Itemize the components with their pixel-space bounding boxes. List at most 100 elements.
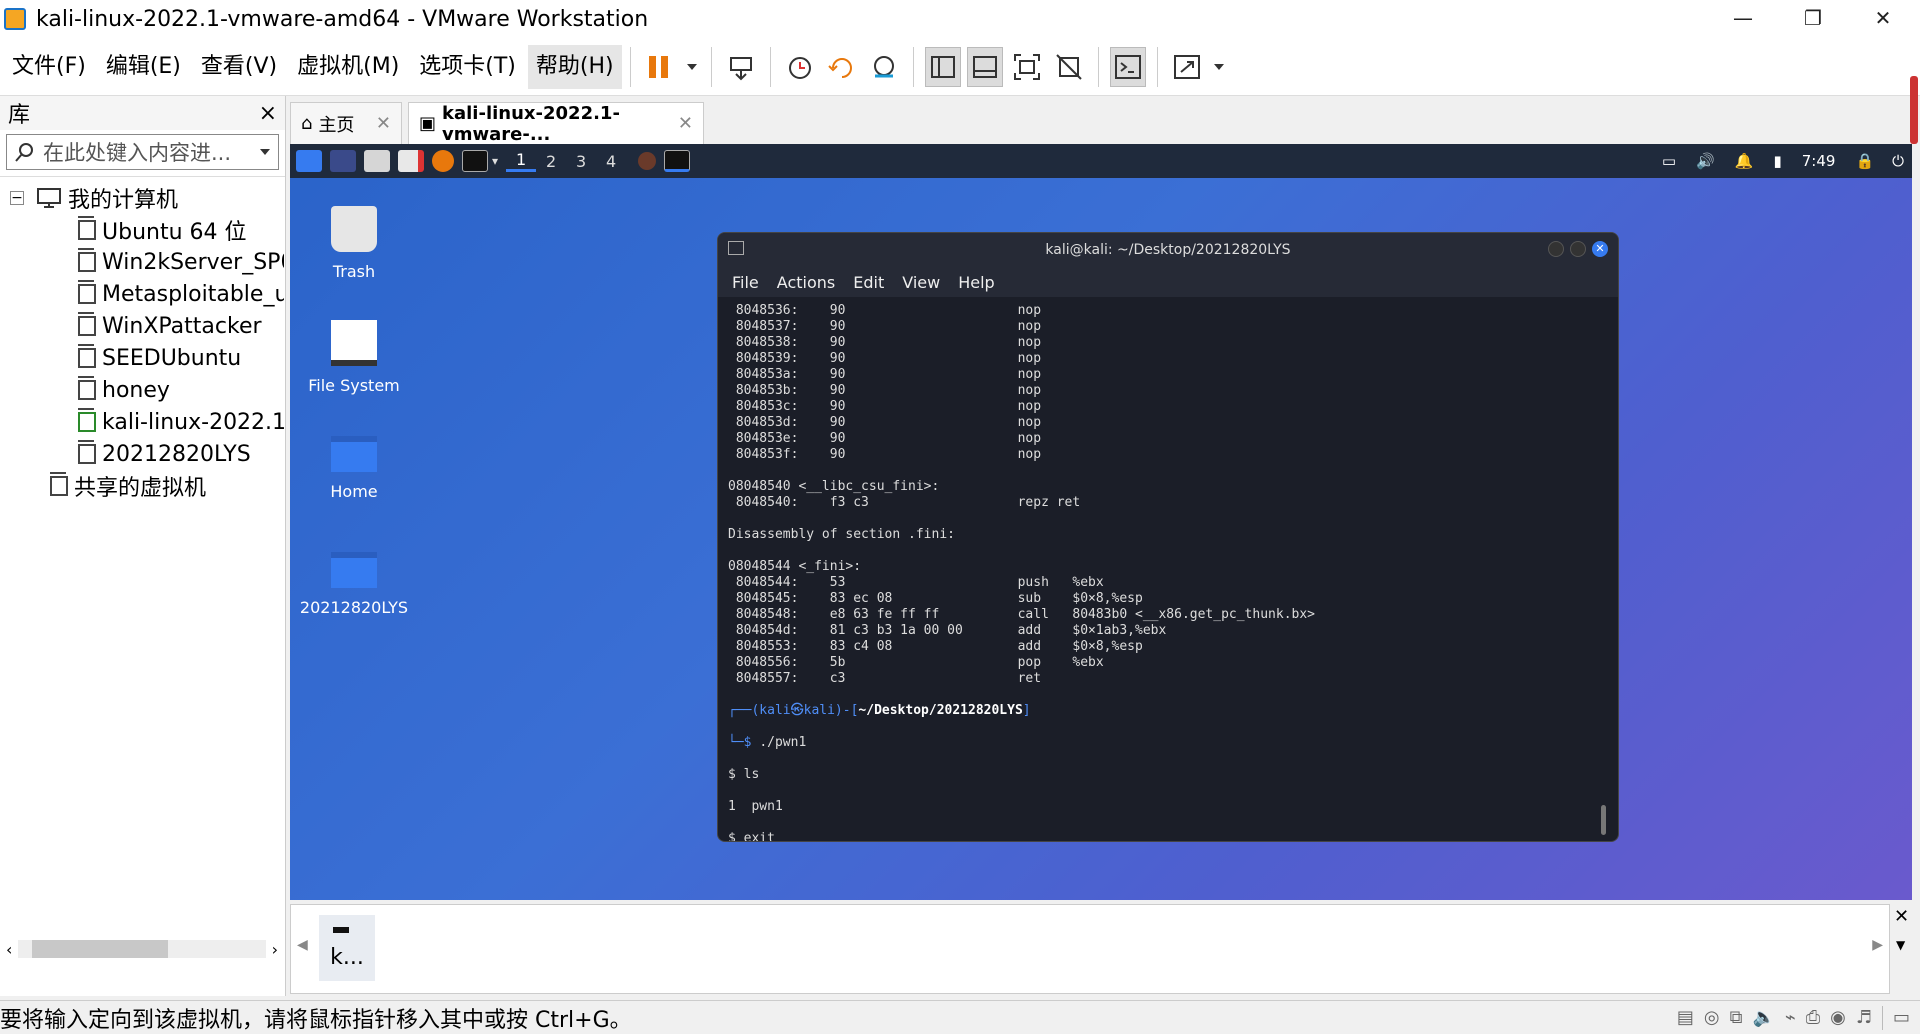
tree-item-my-computer[interactable]: − 我的计算机 xyxy=(10,183,178,213)
terminal-minimize-button[interactable] xyxy=(1548,241,1564,257)
tree-item-vm-running[interactable]: kali-linux-2022.1 xyxy=(78,407,284,437)
close-button[interactable]: ✕ xyxy=(1848,0,1918,36)
pause-button[interactable] xyxy=(642,47,678,87)
terminal-menu-actions[interactable]: Actions xyxy=(777,273,835,292)
display-icon[interactable]: ▭ xyxy=(1662,152,1676,170)
tree-item-vm[interactable]: honey xyxy=(78,375,284,405)
hard-disk-status-icon[interactable]: ▤ xyxy=(1677,1007,1694,1028)
send-ctrl-alt-del-button[interactable] xyxy=(723,47,759,87)
menu-vm[interactable]: 虚拟机(M) xyxy=(289,45,407,89)
battery-icon[interactable]: ▮ xyxy=(1773,152,1781,170)
power-icon[interactable]: ⏻ xyxy=(1892,152,1904,170)
workspace-2[interactable]: 2 xyxy=(536,152,566,171)
firefox-window-icon[interactable] xyxy=(638,152,657,170)
thumb-scroll-left-icon[interactable]: ◀ xyxy=(297,937,308,953)
stretch-guest-button[interactable] xyxy=(1169,47,1205,87)
tree-item-vm[interactable]: Metasploitable_u xyxy=(78,279,284,309)
workspace-1[interactable]: 1 xyxy=(506,150,537,172)
volume-icon[interactable]: 🔊 xyxy=(1696,152,1715,170)
tab-kali[interactable]: ▣ kali-linux-2022.1-vmware-... ✕ xyxy=(408,102,704,145)
collapse-toggle-icon[interactable]: − xyxy=(10,191,24,205)
stretch-dropdown[interactable] xyxy=(1211,47,1227,87)
workspace-3[interactable]: 3 xyxy=(566,152,596,171)
printer-status-icon[interactable]: ⎙ xyxy=(1806,1007,1820,1028)
full-screen-button[interactable] xyxy=(1009,47,1045,87)
terminal-output[interactable]: 8048536: 90 nop 8048537: 90 nop 8048538:… xyxy=(718,297,1618,841)
network-status-icon[interactable]: ⧉ xyxy=(1730,1007,1743,1028)
terminal-close-button[interactable]: ✕ xyxy=(1592,241,1608,257)
revert-snapshot-button[interactable] xyxy=(824,47,860,87)
desktop-icon-file-system[interactable]: File System xyxy=(294,320,414,395)
snapshot-button[interactable] xyxy=(782,47,818,87)
thumb-scroll-right-icon[interactable]: ▶ xyxy=(1872,937,1883,953)
terminal-menu-file[interactable]: File xyxy=(732,273,759,292)
disassembly-line: 8048544: 53 push %ebx xyxy=(728,575,1104,590)
tree-item-vm[interactable]: Win2kServer_SP0 xyxy=(78,247,284,277)
tree-item-vm[interactable]: Ubuntu 64 位 xyxy=(78,215,284,245)
desktop-icon-folder[interactable]: 20212820LYS xyxy=(294,552,414,617)
clock[interactable]: 7:49 xyxy=(1802,152,1836,170)
kali-menu-icon[interactable] xyxy=(296,150,322,172)
library-horizontal-scrollbar[interactable]: ‹ › xyxy=(6,938,278,960)
notification-bell-icon[interactable]: 🔔 xyxy=(1735,152,1754,170)
unity-button[interactable] xyxy=(1051,47,1087,87)
cd-dvd-status-icon[interactable]: ◎ xyxy=(1704,1007,1720,1028)
lock-icon[interactable]: 🔒 xyxy=(1855,152,1874,170)
vm-display[interactable]: ▾ 1 2 3 4 ▭ 🔊 🔔 ▮ 7:49 🔒 ⏻ Trash File Sy… xyxy=(290,144,1912,900)
show-library-button[interactable] xyxy=(924,46,961,87)
usb-status-icon[interactable]: ⌁ xyxy=(1785,1007,1796,1028)
restore-button[interactable]: ❐ xyxy=(1778,0,1848,36)
snapshot-manager-button[interactable] xyxy=(866,47,902,87)
thumbnail-bar-close-icon[interactable]: ✕ xyxy=(1894,906,1909,927)
desktop-icon-trash[interactable]: Trash xyxy=(294,206,414,281)
desktop-icon-label: Trash xyxy=(332,262,376,281)
vm-vertical-scrollbar[interactable] xyxy=(1910,76,1918,144)
tree-item-vm[interactable]: WinXPattacker xyxy=(78,311,284,341)
menu-tabs[interactable]: 选项卡(T) xyxy=(411,45,524,89)
library-close-button[interactable]: × xyxy=(259,101,277,126)
terminal-window[interactable]: kali@kali: ~/Desktop/20212820LYS ✕ File … xyxy=(717,232,1619,842)
terminal-menu-view[interactable]: View xyxy=(902,273,940,292)
firefox-icon[interactable] xyxy=(432,150,454,172)
terminal-scrollbar[interactable] xyxy=(1601,805,1606,835)
menu-edit[interactable]: 编辑(E) xyxy=(98,45,189,89)
console-view-button[interactable] xyxy=(1109,46,1146,87)
sound-status-icon[interactable]: 🔈 xyxy=(1752,1007,1774,1028)
message-log-icon[interactable]: ▭ xyxy=(1893,1007,1910,1028)
terminal-window-icon[interactable] xyxy=(664,150,691,172)
desktop-icon-home[interactable]: Home xyxy=(294,436,414,501)
chevron-down-icon[interactable]: ▼ xyxy=(1896,938,1905,952)
vm-thumbnail[interactable]: k... xyxy=(319,915,375,981)
tab-home[interactable]: ⌂ 主页 ✕ xyxy=(290,102,402,144)
show-thumbnail-bar-button[interactable] xyxy=(966,46,1003,87)
cd-status-icon[interactable]: ◉ xyxy=(1830,1007,1846,1028)
terminal-menu-help[interactable]: Help xyxy=(958,273,994,292)
chevron-down-icon[interactable]: ▾ xyxy=(492,154,498,168)
terminal-launcher-icon[interactable] xyxy=(462,150,488,172)
show-desktop-icon[interactable] xyxy=(330,150,356,172)
scroll-right-icon[interactable]: › xyxy=(272,940,278,959)
chevron-down-icon[interactable] xyxy=(258,145,272,159)
tree-item-vm[interactable]: SEEDUbuntu xyxy=(78,343,284,373)
scroll-thumb[interactable] xyxy=(32,940,169,958)
close-tab-icon[interactable]: ✕ xyxy=(678,113,693,134)
terminal-maximize-button[interactable] xyxy=(1570,241,1586,257)
text-editor-icon[interactable] xyxy=(398,150,424,172)
tree-item-shared-vms[interactable]: 共享的虚拟机 xyxy=(50,471,206,501)
audio-status-icon[interactable]: ♬ xyxy=(1856,1007,1872,1028)
keyboard-send-icon xyxy=(729,56,752,80)
scroll-left-icon[interactable]: ‹ xyxy=(6,940,12,959)
terminal-menu-edit[interactable]: Edit xyxy=(853,273,884,292)
menu-view[interactable]: 查看(V) xyxy=(193,45,285,89)
terminal-title-bar[interactable]: kali@kali: ~/Desktop/20212820LYS ✕ xyxy=(718,233,1618,267)
minimize-button[interactable]: — xyxy=(1708,0,1778,36)
menu-file[interactable]: 文件(F) xyxy=(4,45,94,89)
workspace-4[interactable]: 4 xyxy=(596,152,626,171)
file-manager-icon[interactable] xyxy=(364,150,390,172)
tree-item-vm[interactable]: 20212820LYS xyxy=(78,439,284,469)
library-search-input[interactable]: 在此处键入内容进... xyxy=(6,134,279,170)
toolbar-separator xyxy=(629,46,631,87)
pause-dropdown[interactable] xyxy=(684,47,700,87)
menu-help[interactable]: 帮助(H) xyxy=(527,44,622,89)
close-tab-icon[interactable]: ✕ xyxy=(376,113,391,134)
